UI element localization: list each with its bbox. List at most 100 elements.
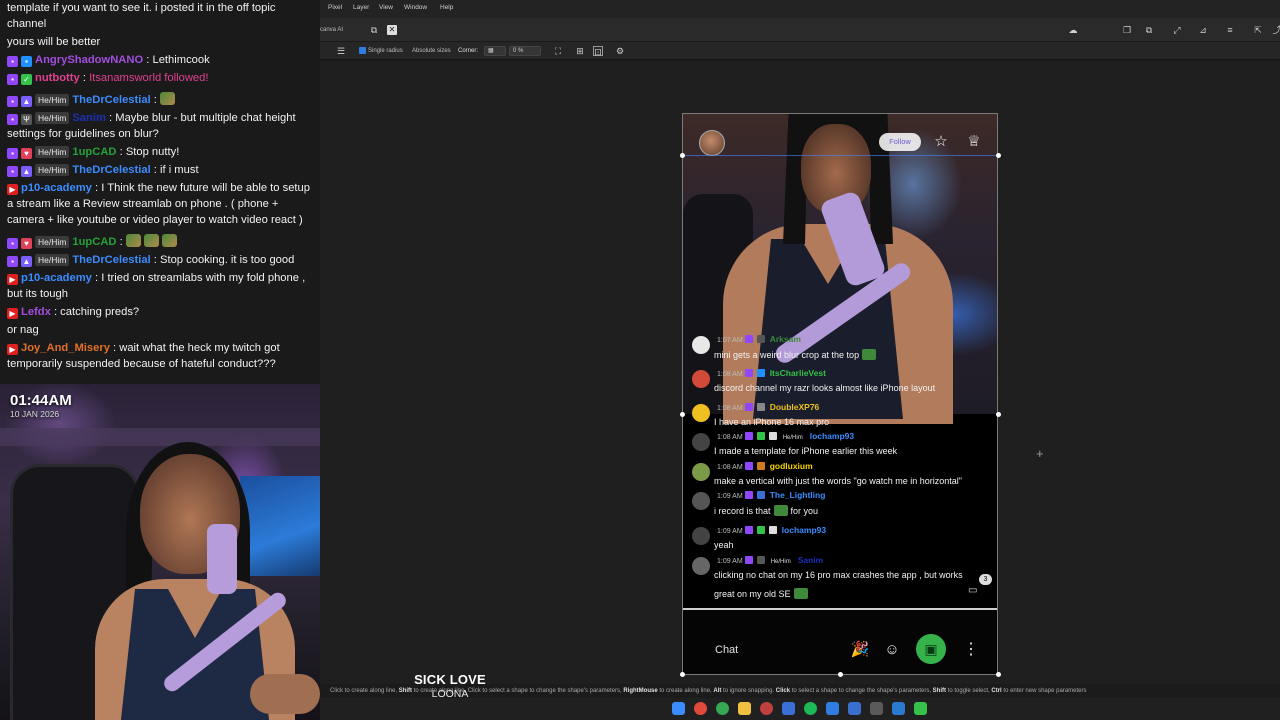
chat-username[interactable]: 1upCAD xyxy=(72,236,116,248)
sliders-icon[interactable]: ☰ xyxy=(336,46,346,56)
chat-username[interactable]: lochamp93 xyxy=(810,431,854,441)
chat-username[interactable]: TheDrCelestial xyxy=(72,164,150,176)
crosshair-cursor-icon: + xyxy=(1036,446,1044,461)
handle-bottom-right[interactable] xyxy=(996,672,1001,677)
handle-mid-right[interactable] xyxy=(996,412,1001,417)
spotify-icon[interactable] xyxy=(804,702,817,715)
chat-username[interactable]: Joy_And_Misery xyxy=(21,342,110,354)
chat-username[interactable]: DoubleXP76 xyxy=(770,402,820,412)
clock-date: 10 JAN 2026 xyxy=(10,409,60,419)
user-avatar[interactable] xyxy=(692,404,710,422)
chat-input[interactable]: Chat xyxy=(715,644,738,656)
fit-icon[interactable]: ⛶ xyxy=(553,46,563,56)
cloud-icon[interactable]: ☁ xyxy=(1068,25,1078,35)
menu-window[interactable]: Window xyxy=(404,4,427,11)
chat-username[interactable]: Sanim xyxy=(798,555,824,565)
chat-username[interactable]: TheDrCelestial xyxy=(72,94,150,106)
phone-layout-mockup[interactable]: Follow ☆ ♕ 1:07 AM Arksam mini gets a weir… xyxy=(682,113,998,675)
chat-badge-icon xyxy=(756,462,765,470)
unread-badge: 3 xyxy=(979,574,992,585)
chat-username[interactable]: Lefdx xyxy=(21,306,51,318)
streamer-avatar[interactable] xyxy=(699,130,725,156)
window-icon[interactable] xyxy=(892,702,905,715)
message-time: 1:09 AM xyxy=(717,528,743,535)
pronoun-tag: He/Him xyxy=(782,435,803,441)
chat-username[interactable]: nutbotty xyxy=(35,72,80,84)
user-avatar[interactable] xyxy=(692,433,710,451)
message-text-main: make a vertical with just the words "go … xyxy=(714,476,962,486)
menu-layer[interactable]: Layer xyxy=(353,4,369,11)
tool-icon[interactable] xyxy=(848,702,861,715)
more-vertical-icon[interactable]: ⋮ xyxy=(961,640,981,660)
handle-mid-left[interactable] xyxy=(680,412,685,417)
chat-badge-icon: Ψ xyxy=(21,114,32,125)
chat-message: template if you want to see it. i posted… xyxy=(7,0,313,32)
corner-percent-input[interactable]: 0 % xyxy=(509,46,541,56)
ai-label[interactable]: canva AI xyxy=(320,27,343,33)
browser-icon[interactable] xyxy=(694,702,707,715)
user-avatar[interactable] xyxy=(692,463,710,481)
grid-icon[interactable]: ⊞ xyxy=(575,46,585,56)
message-text-main: I have an iPhone 16 max pro xyxy=(714,417,830,427)
menu-pixel[interactable]: Pixel xyxy=(328,4,342,11)
chat-username[interactable]: Arksam xyxy=(770,334,801,344)
close-square-icon[interactable]: ✕ xyxy=(387,25,397,35)
user-avatar[interactable] xyxy=(692,527,710,545)
snap-icon[interactable]: ⊡ xyxy=(593,46,603,57)
terminal-icon[interactable] xyxy=(870,702,883,715)
copy-icon[interactable]: ❐ xyxy=(1122,25,1132,35)
chat-username[interactable]: 1upCAD xyxy=(72,146,116,158)
chat-username[interactable]: p10-academy xyxy=(21,182,92,194)
green-app-icon[interactable] xyxy=(914,702,927,715)
menu-view[interactable]: View xyxy=(379,4,393,11)
share-icon[interactable]: ⤴ xyxy=(1272,25,1280,35)
align-icon[interactable]: ⊿ xyxy=(1198,25,1208,35)
menu-lines-icon[interactable]: ≡ xyxy=(1225,25,1235,35)
obs-icon[interactable] xyxy=(760,702,773,715)
chat-username[interactable]: lochamp93 xyxy=(782,525,826,535)
gear-icon[interactable]: ⚙ xyxy=(615,46,625,56)
chat-badge-icon xyxy=(756,403,765,411)
chat-username[interactable]: AngryShadowNANO xyxy=(35,54,143,66)
chat-username[interactable]: p10-academy xyxy=(21,272,92,284)
handle-top-right[interactable] xyxy=(996,153,1001,158)
message-text: clicking no chat on my 16 pro max crashe… xyxy=(714,570,963,580)
layers-icon[interactable]: ⧉ xyxy=(369,25,379,35)
handle-top-left[interactable] xyxy=(680,153,685,158)
chat-username[interactable]: The_Lightling xyxy=(770,490,826,500)
duplicate-icon[interactable]: ⧉ xyxy=(1144,25,1154,35)
crown-icon[interactable]: ♕ xyxy=(964,132,984,152)
party-popper-icon[interactable]: 🎉 xyxy=(850,640,870,660)
user-avatar[interactable] xyxy=(692,370,710,388)
follow-button[interactable]: Follow xyxy=(879,133,921,151)
chrome-icon[interactable] xyxy=(716,702,729,715)
chat-username[interactable]: TheDrCelestial xyxy=(72,254,150,266)
app-icon[interactable] xyxy=(782,702,795,715)
message-text: discord channel my razr looks almost lik… xyxy=(714,383,935,393)
chat-badge-icon xyxy=(756,526,765,534)
chat-bubble-icon[interactable]: ▭ xyxy=(968,585,977,596)
chat-badge-icon xyxy=(744,462,753,470)
handle-bottom-left[interactable] xyxy=(680,672,685,677)
gift-button[interactable]: ▣ xyxy=(916,634,946,664)
transform-icon[interactable]: ⤢ xyxy=(1172,25,1182,35)
user-avatar[interactable] xyxy=(692,557,710,575)
star-icon[interactable]: ☆ xyxy=(931,132,951,152)
smile-icon[interactable]: ☺ xyxy=(882,640,902,660)
user-avatar[interactable] xyxy=(692,492,710,510)
single-radius-checkbox[interactable] xyxy=(359,47,366,54)
chat-badge-icon: ▲ xyxy=(21,256,32,267)
handle-bottom-center[interactable] xyxy=(838,672,843,677)
clock-time: 01:44AM xyxy=(10,392,72,409)
chat-username[interactable]: godluxium xyxy=(770,461,813,471)
corner-type-select[interactable]: ▦ xyxy=(484,46,506,56)
folder-icon[interactable] xyxy=(738,702,751,715)
chat-username[interactable]: Sanim xyxy=(72,112,106,124)
chat-username[interactable]: ItsCharlieVest xyxy=(770,368,826,378)
menu-help[interactable]: Help xyxy=(440,4,453,11)
start-icon[interactable] xyxy=(672,702,685,715)
user-avatar[interactable] xyxy=(692,336,710,354)
absolute-sizes-label[interactable]: Absolute sizes xyxy=(412,48,451,54)
editor-icon[interactable] xyxy=(826,702,839,715)
export-icon[interactable]: ⇱ xyxy=(1253,25,1263,35)
